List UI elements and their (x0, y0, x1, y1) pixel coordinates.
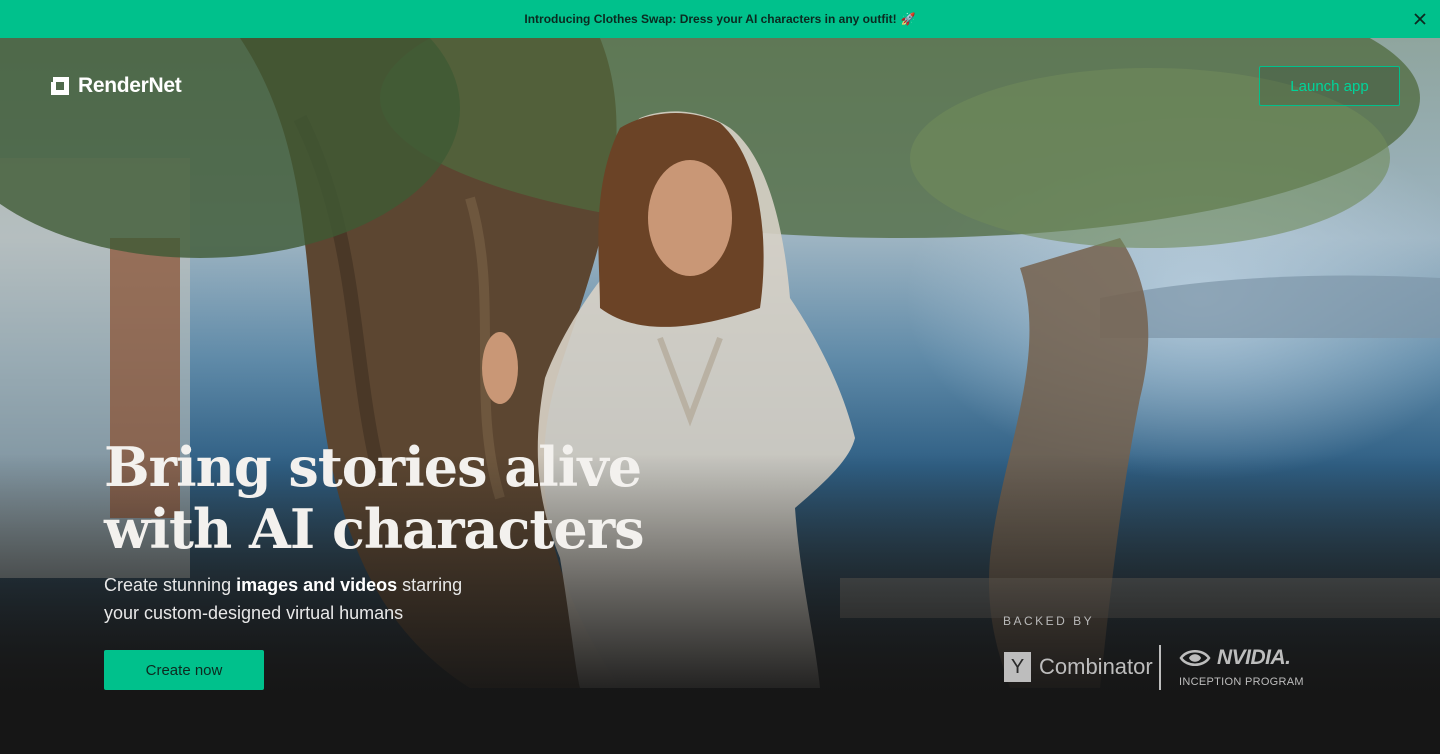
headline-line-2: with AI characters (104, 497, 645, 561)
create-now-button[interactable]: Create now (104, 650, 264, 690)
nvidia-inception-logo: NVIDIA. INCEPTION PROGRAM (1179, 646, 1304, 688)
hero-headline: Bring stories alive with AI characters (104, 436, 704, 560)
backed-by-label: BACKED BY (1003, 614, 1095, 628)
sub-bold: images and videos (236, 575, 398, 595)
y-combinator-logo: Y Combinator (1004, 652, 1153, 682)
hero-subheadline: Create stunning images and videos starri… (104, 571, 524, 627)
brand-logo[interactable]: RenderNet (48, 74, 182, 98)
rocket-emoji: 🚀 (900, 12, 916, 26)
y-combinator-icon: Y (1004, 652, 1031, 682)
backers-divider (1159, 645, 1161, 690)
nvidia-wordmark: NVIDIA. (1217, 646, 1291, 669)
nvidia-eye-icon (1179, 650, 1211, 666)
inception-program-label: INCEPTION PROGRAM (1179, 676, 1304, 688)
y-combinator-wordmark: Combinator (1039, 654, 1153, 679)
close-icon[interactable] (1412, 11, 1428, 27)
sub-line-2: your custom-designed virtual humans (104, 603, 404, 623)
sub-suffix: starring (397, 575, 463, 595)
headline-line-1: Bring stories alive (104, 435, 642, 499)
rendernet-logo-icon (51, 77, 69, 95)
announcement-text[interactable]: Introducing Clothes Swap: Dress your AI … (524, 12, 896, 26)
announcement-bar[interactable]: Introducing Clothes Swap: Dress your AI … (0, 0, 1440, 38)
sub-prefix: Create stunning (104, 575, 237, 595)
launch-app-button[interactable]: Launch app (1259, 66, 1400, 106)
brand-name: RenderNet (78, 74, 182, 97)
